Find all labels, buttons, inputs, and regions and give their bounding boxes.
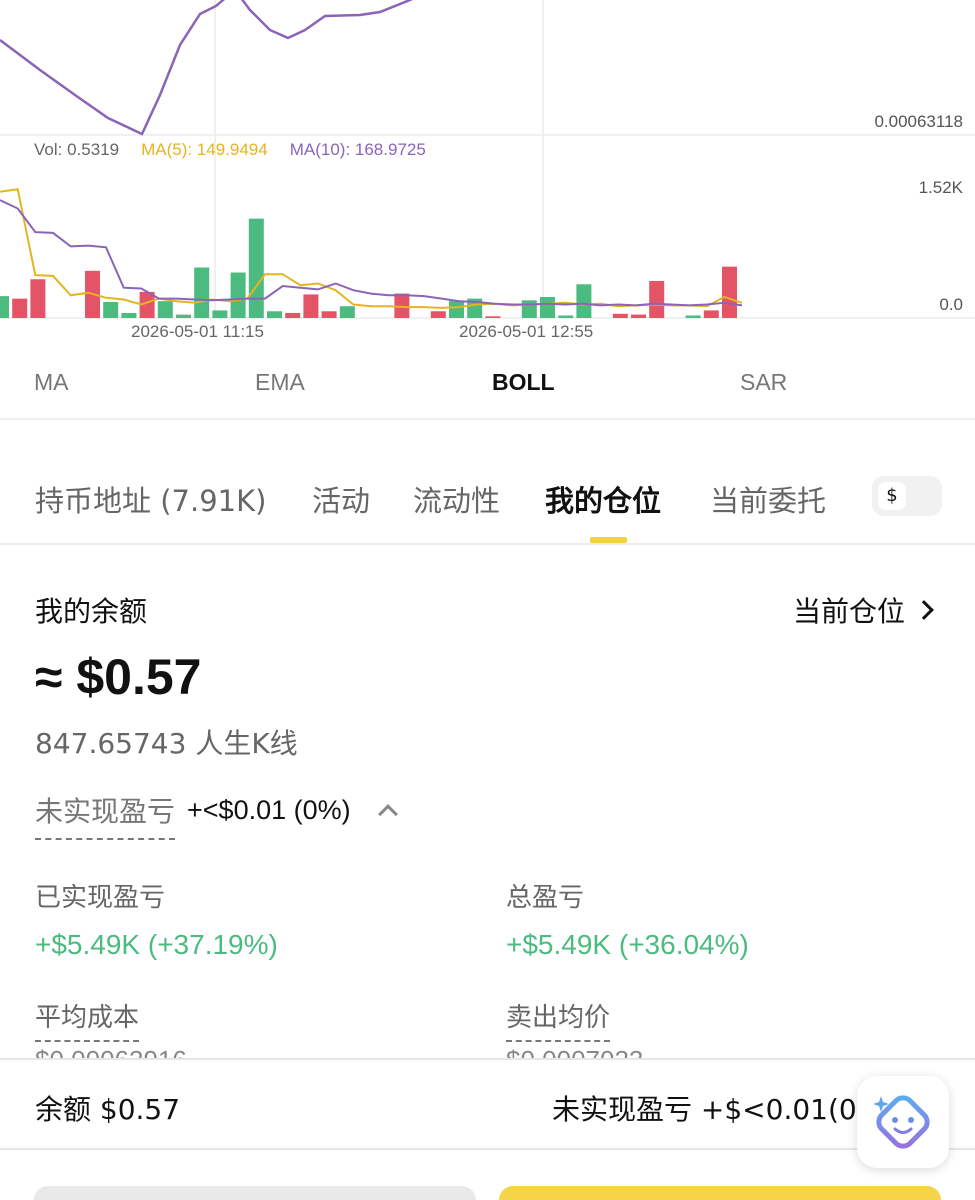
volume-bar	[631, 314, 646, 318]
volume-bar	[103, 302, 119, 318]
time-axis-label: 2026-05-01 11:15	[131, 322, 264, 341]
volume-bar	[0, 296, 9, 318]
volume-bar	[248, 218, 264, 318]
volume-bar	[722, 266, 737, 318]
total-pnl-label: 总盈亏	[506, 883, 585, 913]
current-position-label: 当前仓位	[792, 595, 905, 628]
chevron-right-icon	[914, 600, 934, 620]
section-divider	[0, 420, 975, 448]
price-axis-label: 0.00063118	[874, 112, 963, 131]
balance-value: ≈ $0.57	[35, 649, 202, 705]
tab-my-position[interactable]: 我的仓位	[545, 478, 661, 520]
unrealized-pnl-value: +<$0.01 (0%)	[187, 794, 351, 825]
time-axis-label: 2026-05-01 12:55	[459, 322, 594, 341]
primary-action-button[interactable]	[499, 1186, 941, 1200]
ma10-value: MA(10): 168.9725	[289, 140, 426, 159]
volume-axis-min: 0.0	[939, 295, 963, 314]
token-amount: 847.65743 人生K线	[35, 727, 298, 760]
total-pnl-value: +$5.49K (+36.04%)	[506, 929, 749, 960]
volume-bar	[30, 279, 46, 318]
chart-svg	[0, 0, 975, 319]
tab-open-orders[interactable]: 当前委托	[710, 478, 826, 520]
realized-pnl-label: 已实现盈亏	[35, 883, 166, 913]
volume-bar	[558, 315, 574, 318]
tab-holders[interactable]: 持币地址 (7.91K)	[35, 478, 266, 520]
assistant-face-icon	[873, 1095, 930, 1149]
bottom-balance: 余额 $0.57	[35, 1093, 181, 1126]
volume-bar	[649, 280, 665, 318]
volume-bar	[703, 310, 719, 318]
volume-bar	[521, 300, 537, 318]
tab-boll[interactable]: BOLL	[492, 369, 555, 396]
current-position-link[interactable]: 当前仓位	[792, 590, 934, 630]
unrealized-pnl-label: 未实现盈亏	[35, 790, 176, 840]
price-chart[interactable]: 0.00063118 Vol: 0.5319 MA(5): 149.9494 M…	[0, 0, 975, 345]
volume-bars	[0, 218, 737, 318]
tab-sar[interactable]: SAR	[740, 369, 787, 396]
tab-ma[interactable]: MA	[34, 369, 69, 396]
realized-pnl-value: +$5.49K (+37.19%)	[35, 929, 278, 960]
volume-bar	[685, 315, 701, 318]
tab-activity[interactable]: 活动	[312, 478, 370, 520]
tab-ema[interactable]: EMA	[255, 369, 305, 396]
dollar-icon: $	[878, 482, 906, 510]
volume-bar	[303, 294, 319, 318]
ma10-line	[0, 199, 743, 307]
vol-value: Vol: 0.5319	[34, 140, 120, 159]
ai-assistant-button[interactable]	[857, 1076, 949, 1168]
volume-bar	[212, 310, 228, 318]
volume-bar	[12, 298, 28, 318]
volume-bar	[612, 313, 628, 318]
balance-title: 我的余额	[35, 595, 148, 628]
volume-bar	[157, 301, 173, 318]
position-tabs: 持币地址 (7.91K) 活动 流动性 我的仓位 当前委托 $	[0, 448, 975, 545]
ma5-line	[0, 188, 743, 309]
volume-axis-max: 1.52K	[918, 178, 963, 197]
avg-cost-label[interactable]: 平均成本	[35, 997, 140, 1042]
indicator-tabs: MA EMA BOLL SAR	[0, 345, 975, 420]
volume-bar	[321, 311, 337, 318]
volume-bar	[430, 311, 446, 318]
volume-bar	[485, 316, 501, 318]
active-tab-indicator	[590, 537, 627, 543]
volume-bar	[230, 272, 246, 318]
bottom-unrealized-pnl: 未实现盈亏 +$<0.01(0%)	[552, 1093, 862, 1126]
currency-toggle[interactable]: $	[872, 476, 942, 516]
secondary-action-button[interactable]	[34, 1186, 476, 1200]
avg-sell-label[interactable]: 卖出均价	[506, 997, 611, 1042]
volume-bar	[194, 267, 210, 318]
volume-bar	[121, 312, 137, 318]
ma5-value: MA(5): 149.9494	[141, 140, 268, 159]
volume-legend: Vol: 0.5319 MA(5): 149.9494 MA(10): 168.…	[34, 140, 426, 160]
volume-bar	[176, 314, 191, 318]
tab-liquidity[interactable]: 流动性	[413, 478, 500, 520]
unrealized-pnl-row[interactable]: 未实现盈亏 +<$0.01 (0%)	[35, 790, 398, 840]
volume-bar	[285, 312, 301, 318]
volume-bar	[576, 284, 592, 318]
bottom-summary-bar: 余额 $0.57 未实现盈亏 +$<0.01(0%)	[0, 1058, 975, 1150]
price-line	[0, 0, 413, 136]
volume-bar	[339, 306, 355, 318]
volume-bar	[267, 311, 282, 318]
volume-bar	[540, 296, 555, 318]
volume-bar	[449, 301, 464, 318]
chevron-up-icon[interactable]	[377, 804, 398, 824]
